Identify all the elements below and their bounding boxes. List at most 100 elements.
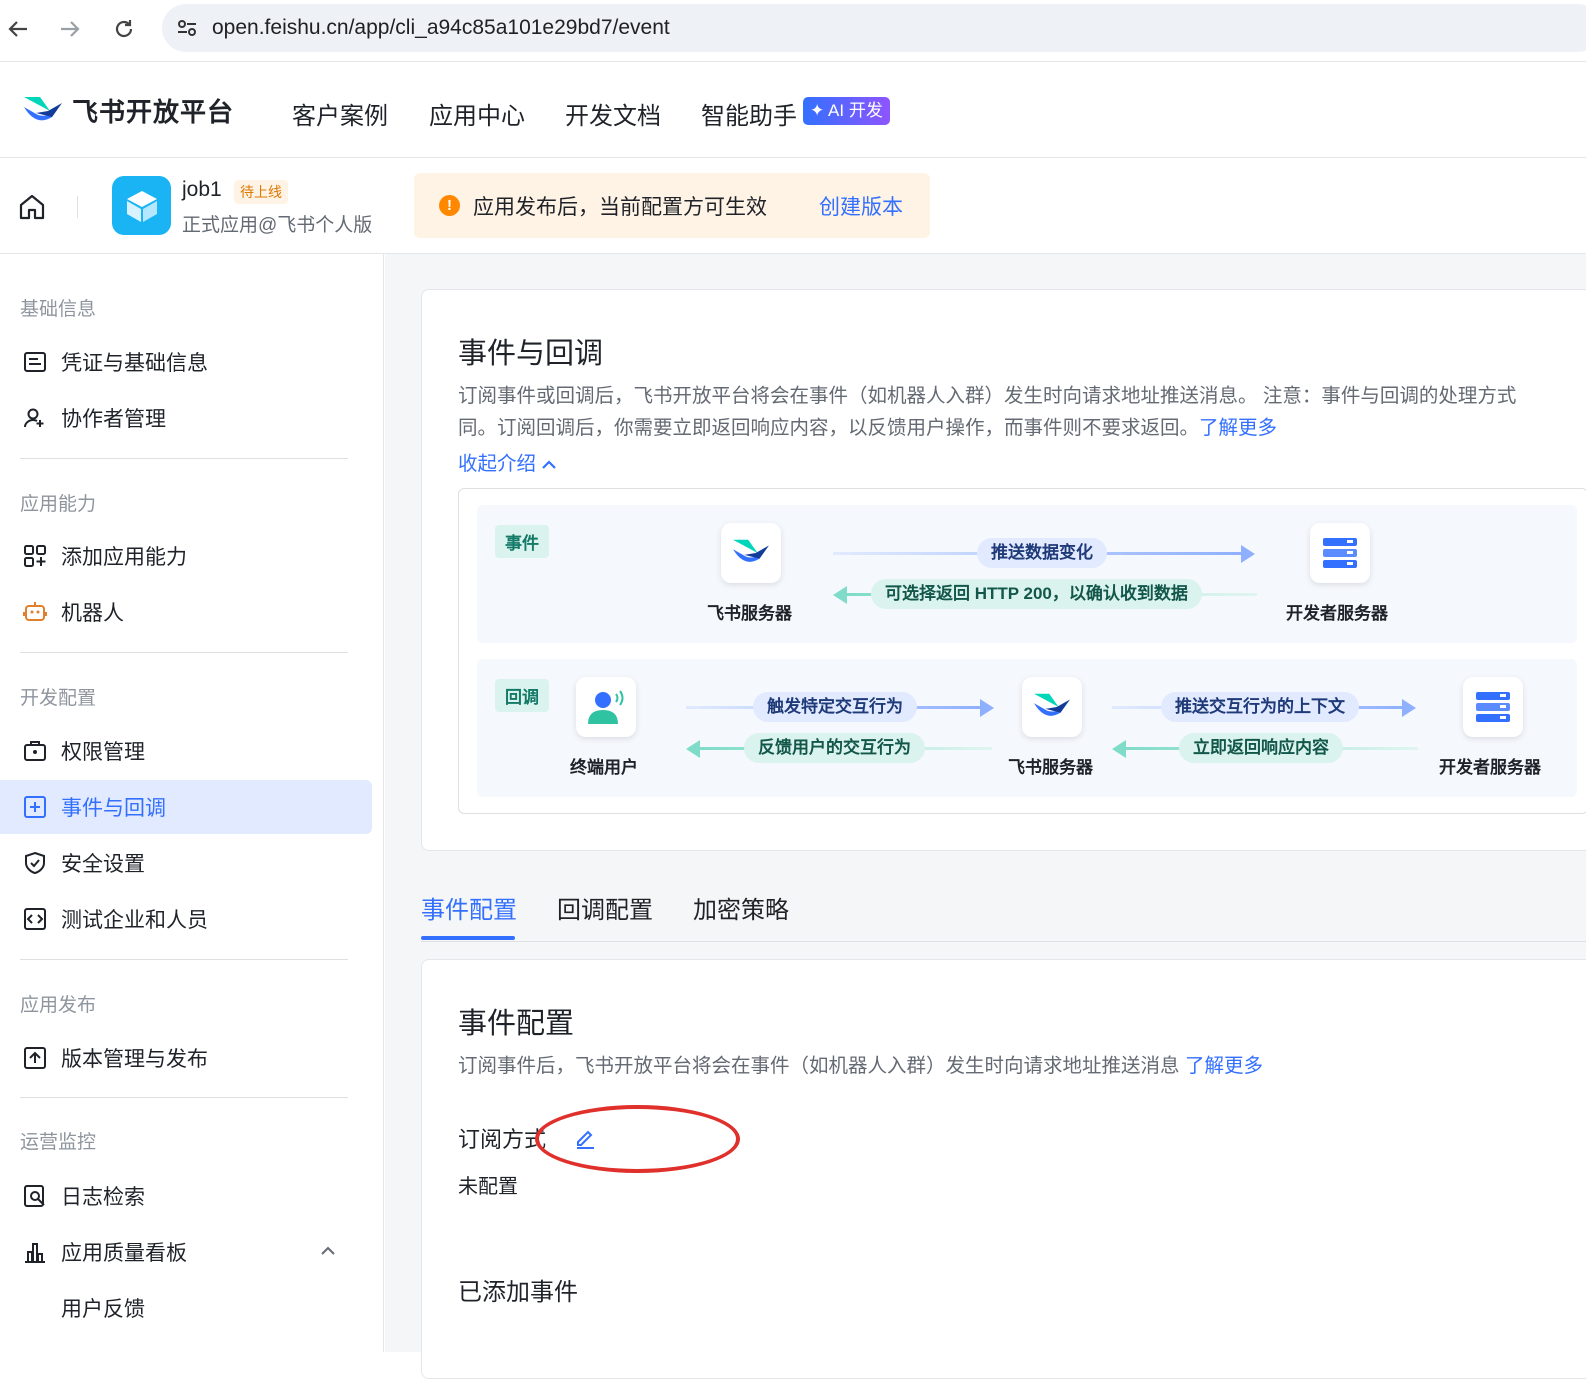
main-content: 事件与回调 订阅事件或回调后，飞书开放平台将会在事件（如机器人入群）发生时向请求…: [385, 254, 1586, 1379]
id-card-icon: [21, 349, 48, 376]
app-header: job1 待上线 正式应用@飞书个人版 ! 应用发布后，当前配置方可生效 创建版…: [0, 158, 1586, 254]
sidebar-item-feedback[interactable]: 用户反馈: [0, 1281, 372, 1335]
event-flow-row: 事件 飞书服务器 推送数据变化 可选择返回 HTTP 200，以确认收到数据 开…: [477, 505, 1577, 643]
sidebar-item-security[interactable]: 安全设置: [0, 836, 372, 890]
nav-app-center[interactable]: 应用中心: [429, 96, 525, 131]
url-text: open.feishu.cn/app/cli_a94c85a101e29bd7/…: [212, 16, 670, 39]
respond-pill: 立即返回响应内容: [1179, 733, 1343, 763]
collapse-intro-label: 收起介绍: [458, 453, 537, 475]
sidebar-item-permissions[interactable]: 权限管理: [0, 724, 372, 778]
create-version-link[interactable]: 创建版本: [819, 191, 903, 221]
event-config-desc-text: 订阅事件后，飞书开放平台将会在事件（如机器人入群）发生时向请求地址推送消息: [458, 1055, 1180, 1077]
page-title: 事件与回调: [458, 338, 604, 370]
collapse-intro-toggle[interactable]: 收起介绍: [458, 448, 557, 480]
dev-server-icon: [1310, 523, 1370, 583]
app-avatar-icon: [112, 176, 171, 235]
sidebar-item-label: 添加应用能力: [61, 546, 187, 569]
brand-name: 飞书开放平台: [72, 97, 235, 127]
sidebar-item-label: 权限管理: [61, 741, 145, 764]
sidebar-item-label: 凭证与基础信息: [61, 352, 208, 375]
arrow-left-icon: [833, 586, 847, 604]
ai-dev-badge[interactable]: ✦ AI 开发: [803, 97, 890, 125]
node-label: 开发者服务器: [1286, 604, 1388, 623]
site-settings-icon[interactable]: [162, 17, 212, 39]
callback-tag: 回调: [495, 679, 549, 712]
sidebar-item-bot[interactable]: 机器人: [0, 585, 372, 639]
subscribe-mode-label: 订阅方式: [458, 1127, 547, 1152]
arrow-right-icon: [1241, 545, 1255, 563]
annotation-circle: [535, 1105, 740, 1173]
end-user-icon: [576, 677, 636, 737]
ack-pill: 可选择返回 HTTP 200，以确认收到数据: [871, 579, 1202, 609]
forward-icon[interactable]: [53, 12, 87, 46]
back-icon[interactable]: [1, 12, 35, 46]
node-label: 飞书服务器: [707, 604, 792, 623]
node-label: 终端用户: [570, 758, 638, 777]
learn-more-link[interactable]: 了解更多: [1199, 417, 1277, 439]
node-label: 开发者服务器: [1439, 758, 1541, 777]
intro-desc-text: 同。订阅回调后，你需要立即返回响应内容，以反馈用户操作，而事件则不要求返回。: [458, 417, 1200, 439]
sidebar-item-label: 协作者管理: [61, 408, 166, 431]
arrow-right-icon: [1402, 699, 1416, 717]
browser-toolbar: open.feishu.cn/app/cli_a94c85a101e29bd7/…: [0, 0, 1586, 62]
chevron-up-icon[interactable]: [320, 1243, 336, 1261]
sidebar: 基础信息 凭证与基础信息 协作者管理 应用能力 添加应用能力 机器人 开发配置 …: [0, 254, 384, 1352]
dev-server-icon: [1463, 677, 1523, 737]
sidebar-item-test-org[interactable]: 测试企业和人员: [0, 892, 372, 946]
sidebar-item-credentials[interactable]: 凭证与基础信息: [0, 335, 372, 389]
sidebar-group-dev: 开发配置: [20, 688, 97, 709]
reload-icon[interactable]: [107, 12, 141, 46]
shield-icon: [21, 850, 48, 877]
intro-desc-line1: 订阅事件或回调后，飞书开放平台将会在事件（如机器人入群）发生时向请求地址推送消息…: [458, 385, 1517, 407]
briefcase-lock-icon: [21, 738, 48, 765]
nav-dev-docs[interactable]: 开发文档: [565, 96, 661, 131]
brand-logo[interactable]: 飞书开放平台: [22, 92, 234, 129]
intro-desc-line2: 同。订阅回调后，你需要立即返回响应内容，以反馈用户操作，而事件则不要求返回。了解…: [458, 412, 1277, 444]
arrow-left-icon: [686, 740, 700, 758]
add-user-icon: [21, 405, 48, 432]
robot-icon: [21, 599, 48, 626]
log-search-icon: [21, 1183, 48, 1210]
address-bar[interactable]: open.feishu.cn/app/cli_a94c85a101e29bd7/…: [162, 4, 1586, 52]
trigger-pill: 触发特定交互行为: [753, 692, 917, 722]
sidebar-item-events[interactable]: 事件与回调: [0, 780, 372, 834]
nav-customer-cases[interactable]: 客户案例: [292, 96, 388, 131]
callback-flow-row: 回调 终端用户 触发特定交互行为 反馈用户的交互行为 飞书服务器 推送交互行为的…: [477, 659, 1577, 797]
sidebar-item-log-search[interactable]: 日志检索: [0, 1169, 372, 1223]
sidebar-group-basic: 基础信息: [20, 299, 97, 320]
event-add-icon: [21, 794, 48, 821]
active-tab-indicator: [421, 936, 515, 940]
intro-card: 事件与回调 订阅事件或回调后，飞书开放平台将会在事件（如机器人入群）发生时向请求…: [421, 289, 1586, 851]
divider: [20, 652, 348, 653]
divider: [20, 959, 348, 960]
home-icon[interactable]: [17, 192, 47, 227]
tab-callback-config[interactable]: 回调配置: [557, 890, 653, 925]
app-name: job1: [182, 178, 222, 201]
sidebar-item-label: 版本管理与发布: [61, 1048, 208, 1071]
sidebar-item-label: 测试企业和人员: [61, 909, 208, 932]
sidebar-item-label: 安全设置: [61, 853, 145, 876]
flow-diagram: 事件 飞书服务器 推送数据变化 可选择返回 HTTP 200，以确认收到数据 开…: [458, 488, 1586, 814]
sidebar-item-collaborators[interactable]: 协作者管理: [0, 391, 372, 445]
divider: [20, 458, 348, 459]
learn-more-link[interactable]: 了解更多: [1185, 1055, 1263, 1077]
app-subtitle: 正式应用@飞书个人版: [182, 215, 373, 236]
sidebar-item-versions[interactable]: 版本管理与发布: [0, 1031, 372, 1085]
tab-encryption[interactable]: 加密策略: [693, 890, 789, 925]
divider: [20, 1097, 348, 1098]
nav-assistant[interactable]: 智能助手: [701, 96, 797, 131]
sidebar-item-quality[interactable]: 应用质量看板: [0, 1225, 372, 1279]
sidebar-item-add-ability[interactable]: 添加应用能力: [0, 529, 372, 583]
publish-notice: ! 应用发布后，当前配置方可生效 创建版本: [414, 173, 930, 238]
warning-icon: !: [439, 195, 460, 216]
sidebar-item-label: 事件与回调: [61, 797, 166, 820]
node-label: 飞书服务器: [1008, 758, 1093, 777]
tab-event-config[interactable]: 事件配置: [421, 890, 517, 925]
ai-dev-badge-label: AI 开发: [828, 101, 883, 120]
status-badge: 待上线: [234, 180, 288, 204]
section-title: 事件配置: [458, 1008, 575, 1040]
event-config-desc: 订阅事件后，飞书开放平台将会在事件（如机器人入群）发生时向请求地址推送消息 了解…: [458, 1050, 1263, 1082]
push-data-pill: 推送数据变化: [977, 538, 1107, 568]
arrow-right-icon: [980, 699, 994, 717]
event-tag: 事件: [495, 525, 549, 558]
